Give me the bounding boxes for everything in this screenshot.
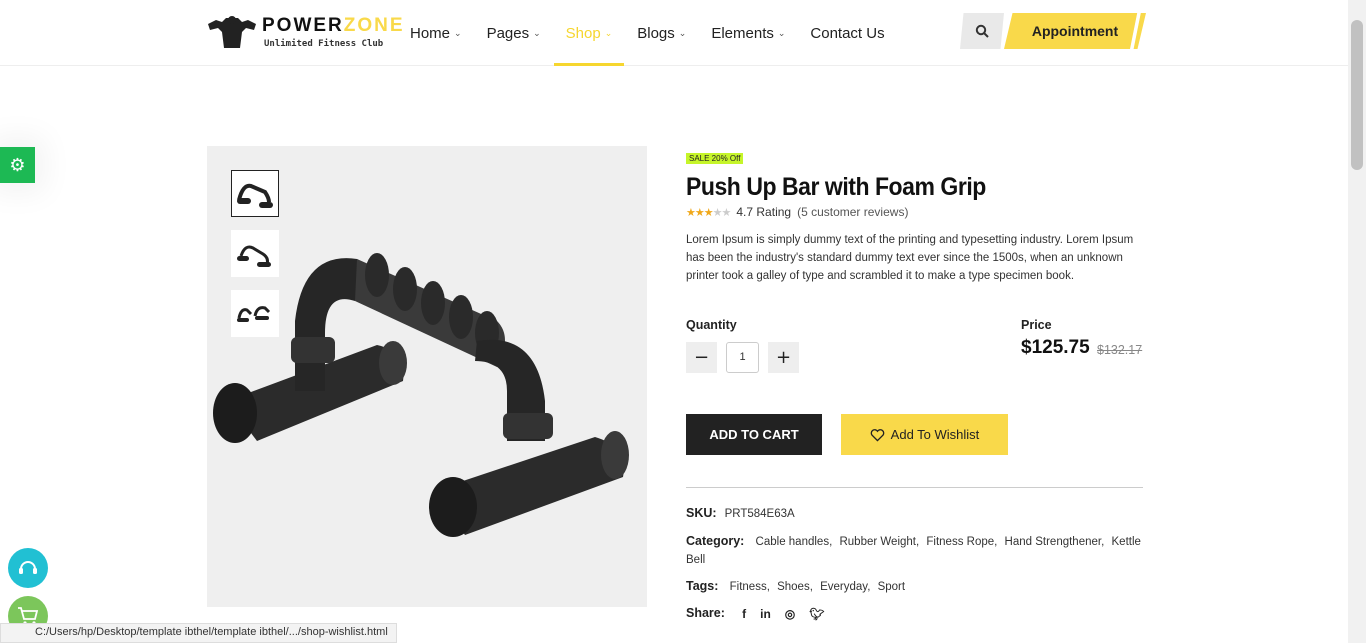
product-details: SALE 20% Off Push Up Bar with Foam Grip … (686, 146, 1143, 621)
nav-blogs[interactable]: Blogs ⌄ (637, 0, 686, 66)
nav-contact[interactable]: Contact Us (810, 0, 884, 66)
decrease-quantity-button[interactable]: − (686, 342, 717, 373)
star-icon: ★ (686, 206, 696, 219)
nav-blogs-label: Blogs (637, 24, 675, 42)
category-label: Category: (686, 534, 745, 548)
tag-link[interactable]: Fitness, (730, 581, 770, 593)
wishlist-label: Add To Wishlist (890, 427, 980, 442)
facebook-icon[interactable]: f (742, 605, 746, 623)
nav-elements[interactable]: Elements ⌄ (711, 0, 785, 66)
tags-label: Tags: (686, 579, 719, 593)
tag-link[interactable]: Shoes, (777, 581, 813, 593)
current-price: $125.75 (1021, 337, 1090, 358)
site-header: POWERZONE Unlimited Fitness Club Home ⌄ P… (0, 0, 1348, 66)
headset-icon (19, 561, 37, 574)
nav-home-label: Home (410, 24, 451, 42)
scrollbar-thumb[interactable] (1351, 20, 1363, 170)
instagram-icon[interactable]: ◎ (785, 605, 795, 623)
category-link[interactable]: Hand Strengthener, (1005, 536, 1105, 548)
settings-button[interactable]: ⚙ (0, 147, 35, 183)
sku-label: SKU: (686, 506, 717, 520)
appointment-button[interactable]: Appointment (1004, 13, 1146, 49)
logo-subtitle: Unlimited Fitness Club (264, 39, 384, 49)
rating-text: 4.7 Rating (736, 205, 792, 219)
quantity-label: Quantity (686, 318, 737, 332)
chevron-down-icon: ⌄ (678, 27, 687, 38)
rating-row: ★★★★★ 4.7 Rating (5 customer reviews) (686, 205, 1143, 219)
page-scrollbar[interactable] (1348, 0, 1366, 643)
minus-icon: − (693, 347, 710, 368)
tags-row: Tags: Fitness, Shoes, Everyday, Sport (686, 577, 1143, 596)
product-title: Push Up Bar with Foam Grip (686, 173, 986, 201)
linkedin-icon[interactable]: in (760, 605, 771, 623)
product-gallery (207, 146, 647, 607)
original-price: $132.17 (1097, 343, 1143, 357)
tag-link[interactable]: Everyday, (820, 581, 870, 593)
sku-value: PRT584E63A (724, 508, 795, 520)
chevron-down-icon: ⌄ (454, 27, 462, 38)
share-label: Share: (686, 606, 725, 620)
gallery-thumbnail-1[interactable] (231, 170, 279, 217)
chevron-down-icon: ⌄ (777, 27, 786, 38)
category-link[interactable]: Cable handles, (756, 536, 833, 548)
status-bar-url: C:/Users/hp/Desktop/template ibthel/temp… (0, 623, 397, 643)
plus-icon: + (775, 347, 792, 368)
product-main-image (213, 253, 629, 537)
add-to-cart-button[interactable]: ADD TO CART (686, 414, 822, 455)
page: POWERZONE Unlimited Fitness Club Home ⌄ P… (0, 0, 1366, 643)
category-row: Category: Cable handles, Rubber Weight, … (686, 532, 1143, 569)
pushup-bar-thumbnail-image (237, 183, 273, 208)
price-label: Price (1021, 318, 1052, 332)
star-icon: ★ (712, 206, 723, 219)
nav-pages[interactable]: Pages ⌄ (487, 0, 541, 66)
add-to-wishlist-button[interactable]: Add To Wishlist (841, 414, 1008, 455)
tag-link[interactable]: Sport (878, 581, 906, 593)
nav-pages-label: Pages (486, 24, 530, 42)
star-icon: ★ (694, 206, 705, 219)
rating-stars: ★★★★★ (686, 206, 732, 219)
quantity-stepper: − 1 + (686, 342, 799, 373)
logo-title: POWERZONE (262, 15, 405, 36)
gear-icon: ⚙ (9, 154, 26, 176)
twitter-icon[interactable]: 🐦︎ (809, 605, 824, 623)
main-nav: Home ⌄ Pages ⌄ Shop ⌄ Blogs ⌄ Elements ⌄ Cont… (410, 0, 910, 66)
product-description: Lorem Ipsum is simply dummy text of the … (686, 234, 1134, 282)
divider (686, 487, 1143, 488)
reviews-link[interactable]: (5 customer reviews) (797, 205, 908, 219)
category-link[interactable]: Rubber Weight, (839, 536, 919, 548)
search-button[interactable] (960, 13, 1004, 49)
star-icon: ★ (721, 206, 732, 219)
support-button[interactable] (8, 548, 48, 588)
nav-home[interactable]: Home ⌄ (410, 0, 462, 66)
star-icon: ★ (703, 206, 714, 219)
heart-icon (870, 428, 884, 442)
nav-shop-label: Shop (565, 24, 601, 42)
nav-contact-label: Contact Us (810, 24, 885, 42)
quantity-input[interactable]: 1 (726, 342, 759, 373)
logo[interactable]: POWERZONE Unlimited Fitness Club (206, 12, 403, 52)
sale-badge: SALE 20% Off (686, 153, 744, 164)
nav-shop[interactable]: Shop ⌄ (553, 0, 624, 66)
chevron-down-icon: ⌄ (604, 27, 613, 38)
nav-elements-label: Elements (711, 24, 774, 42)
bodybuilder-logo-icon (208, 16, 256, 48)
share-row: Share: f in ◎ 🐦︎ (686, 604, 1143, 623)
sku-row: SKU: PRT584E63A (686, 504, 1143, 523)
increase-quantity-button[interactable]: + (768, 342, 799, 373)
chevron-down-icon: ⌄ (533, 27, 541, 38)
search-icon (975, 24, 989, 38)
category-link[interactable]: Fitness Rope, (926, 536, 997, 548)
